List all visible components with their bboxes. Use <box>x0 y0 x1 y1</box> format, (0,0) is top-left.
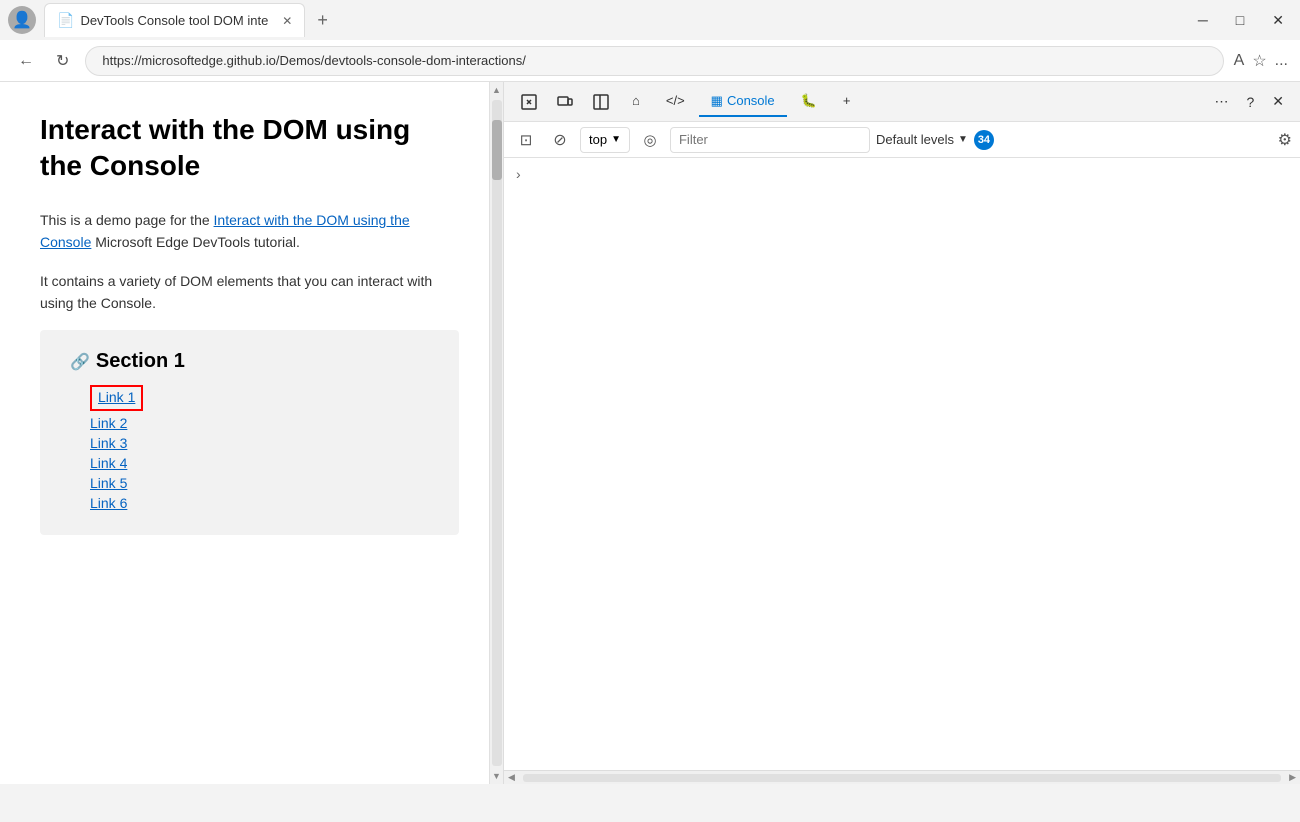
sidebar-toggle-tool[interactable] <box>584 89 618 115</box>
scroll-right-arrow[interactable]: ▶ <box>1285 770 1300 785</box>
section-anchor-icon: 🔗 <box>70 352 90 372</box>
devtools-tab-elements[interactable]: </> <box>654 87 697 116</box>
close-devtools-icon: ✕ <box>1272 93 1284 110</box>
device-emulation-tool[interactable] <box>548 89 582 115</box>
profile-icon[interactable]: 👤 <box>8 6 36 34</box>
address-input[interactable] <box>85 46 1223 76</box>
default-levels-arrow: ▼ <box>958 134 968 145</box>
section-1-links: Link 1 Link 2 Link 3 Link 4 Link 5 Link … <box>70 385 429 511</box>
address-icons: A ☆ ... <box>1234 51 1288 71</box>
minimize-button[interactable]: ─ <box>1190 8 1216 32</box>
section-link-2[interactable]: Link 2 <box>90 415 127 431</box>
title-bar: 👤 📄 DevTools Console tool DOM inte ✕ + ─… <box>0 0 1300 40</box>
section-1-title: 🔗 Section 1 <box>70 350 429 373</box>
console-toolbar: ⊡ ⊘ top ▼ ◎ Default levels ▼ 34 ⚙ <box>504 122 1300 158</box>
context-dropdown-arrow: ▼ <box>611 134 621 145</box>
default-levels-label: Default levels <box>876 132 954 147</box>
home-icon: ⌂ <box>632 93 640 108</box>
help-button[interactable]: ? <box>1238 90 1262 114</box>
close-window-button[interactable]: ✕ <box>1264 8 1292 33</box>
message-count: 34 <box>974 130 994 150</box>
page-content: Interact with the DOM using the Console … <box>0 82 490 784</box>
tab-title: DevTools Console tool DOM inte <box>80 13 268 28</box>
block-icon: ⊘ <box>553 130 566 150</box>
more-tools-button[interactable]: ⋯ <box>1206 89 1236 114</box>
section-link-1[interactable]: Link 1 <box>98 389 135 405</box>
section-link-4[interactable]: Link 4 <box>90 455 127 471</box>
elements-icon: </> <box>666 93 685 108</box>
console-tab-icon: ▦ <box>711 93 723 109</box>
read-aloud-icon[interactable]: A <box>1234 52 1245 70</box>
maximize-button[interactable]: □ <box>1228 8 1252 32</box>
console-chevron[interactable]: › <box>516 166 521 182</box>
h-scroll-track <box>523 774 1281 782</box>
main-area: Interact with the DOM using the Console … <box>0 82 1300 784</box>
page-paragraph1: This is a demo page for the Interact wit… <box>40 209 459 254</box>
scroll-thumb[interactable] <box>492 120 502 180</box>
console-settings-button[interactable]: ⚙ <box>1278 130 1292 150</box>
page-paragraph2: It contains a variety of DOM elements th… <box>40 270 459 315</box>
default-levels-dropdown[interactable]: Default levels ▼ <box>876 132 968 147</box>
paragraph1-prefix: This is a demo page for the <box>40 212 214 228</box>
more-tools-icon: ⋯ <box>1214 93 1228 110</box>
more-icon[interactable]: ... <box>1275 52 1288 70</box>
page-scrollbar: ▲ ▼ <box>490 82 504 784</box>
devtools-tab-add[interactable]: + <box>831 87 863 116</box>
bug-icon: 🐛 <box>801 93 817 109</box>
scroll-down-arrow[interactable]: ▼ <box>489 768 504 784</box>
filter-input[interactable] <box>670 127 870 153</box>
context-dropdown[interactable]: top ▼ <box>580 127 630 153</box>
section-link-3[interactable]: Link 3 <box>90 435 127 451</box>
clear-console-icon: ⊡ <box>520 131 533 149</box>
clear-console-button[interactable]: ⊡ <box>512 126 540 154</box>
eye-icon: ◎ <box>643 131 656 149</box>
page-section: Interact with the DOM using the Console … <box>0 82 504 784</box>
eye-button[interactable]: ◎ <box>636 126 664 154</box>
scroll-left-arrow[interactable]: ◀ <box>504 770 519 785</box>
devtools-tab-home[interactable]: ⌂ <box>620 87 652 116</box>
section-link-5[interactable]: Link 5 <box>90 475 127 491</box>
active-tab[interactable]: 📄 DevTools Console tool DOM inte ✕ <box>44 3 305 37</box>
add-icon: + <box>843 93 851 108</box>
close-devtools-button[interactable]: ✕ <box>1264 89 1292 114</box>
help-icon: ? <box>1246 94 1254 110</box>
devtools-toolbar: ⌂ </> ▦ Console 🐛 + ⋯ ? ✕ <box>504 82 1300 122</box>
count-badge: 34 <box>974 130 994 150</box>
new-tab-button[interactable]: + <box>309 6 336 35</box>
section-title-text: Section 1 <box>96 350 185 373</box>
tab-close-button[interactable]: ✕ <box>282 14 292 28</box>
window-controls: ─ □ ✕ <box>1190 8 1292 33</box>
tab-page-icon: 📄 <box>57 12 74 29</box>
page-title: Interact with the DOM using the Console <box>40 112 459 185</box>
console-area: › <box>504 158 1300 770</box>
console-tab-label: Console <box>727 93 775 108</box>
devtools-tab-debug[interactable]: 🐛 <box>789 87 829 117</box>
title-bar-left: 👤 <box>8 6 36 34</box>
section-link-6[interactable]: Link 6 <box>90 495 127 511</box>
paragraph1-suffix: Microsoft Edge DevTools tutorial. <box>95 234 300 250</box>
context-label: top <box>589 132 607 147</box>
block-icon-button[interactable]: ⊘ <box>546 126 574 154</box>
tab-bar: 📄 DevTools Console tool DOM inte ✕ + <box>36 1 1190 39</box>
back-button[interactable]: ← <box>12 48 40 74</box>
scroll-up-arrow[interactable]: ▲ <box>489 82 504 98</box>
devtools-tab-console[interactable]: ▦ Console <box>699 87 787 117</box>
devtools-horizontal-scrollbar: ◀ ▶ <box>504 770 1300 784</box>
address-bar: ← ↻ A ☆ ... <box>0 40 1300 82</box>
devtools-panel: ⌂ </> ▦ Console 🐛 + ⋯ ? ✕ <box>504 82 1300 784</box>
favorites-icon[interactable]: ☆ <box>1252 51 1266 71</box>
section-1-box: 🔗 Section 1 Link 1 Link 2 Link 3 Link 4 … <box>40 330 459 535</box>
refresh-button[interactable]: ↻ <box>50 47 75 75</box>
inspect-element-tool[interactable] <box>512 89 546 115</box>
scroll-track <box>492 100 502 766</box>
link-1-highlighted: Link 1 <box>90 385 143 411</box>
